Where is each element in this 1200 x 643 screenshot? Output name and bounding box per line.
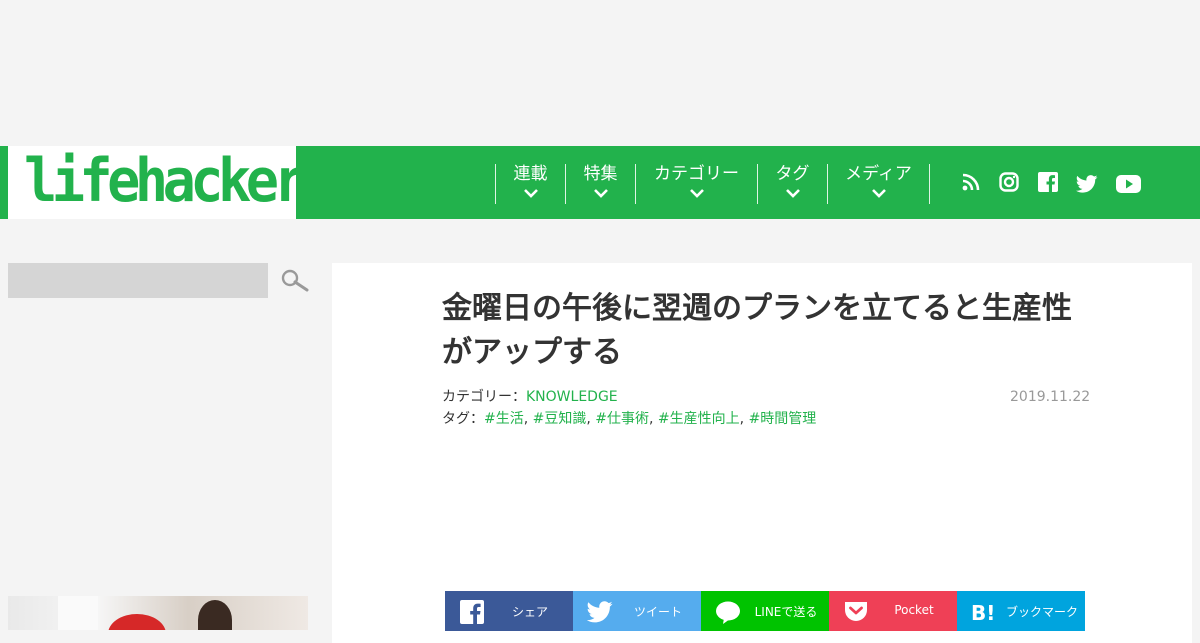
nav-item-label: カテゴリー: [654, 164, 739, 184]
nav-item-label: タグ: [775, 164, 810, 184]
share-facebook-button[interactable]: シェア: [445, 591, 573, 631]
share-label: LINEで送る: [754, 605, 818, 619]
sidebar-ad-image[interactable]: [8, 596, 308, 630]
nav-item-category[interactable]: カテゴリー: [635, 164, 757, 204]
tag-link[interactable]: #生活: [484, 411, 524, 427]
ad-light-shape: [58, 596, 98, 630]
instagram-icon[interactable]: [999, 172, 1019, 192]
article-card: 金曜日の午後に翌週のプランを立てると生産性がアップする カテゴリー：KNOWLE…: [332, 263, 1192, 643]
category-label: カテゴリー：: [442, 389, 526, 405]
tag-link[interactable]: #生産性向上: [658, 411, 740, 427]
pocket-icon: [845, 602, 867, 621]
twitter-icon[interactable]: [1076, 175, 1098, 193]
share-bar: シェア ツイート LINEで送る Pocket B! ブックマーク: [445, 591, 1085, 631]
share-pocket-button[interactable]: Pocket: [829, 591, 957, 631]
chevron-down-icon: [785, 189, 800, 198]
tag-link[interactable]: #豆知識: [533, 411, 587, 427]
ad-badge-shape: [108, 614, 166, 630]
article-title: 金曜日の午後に翌週のプランを立てると生産性がアップする: [442, 291, 1072, 370]
chevron-down-icon: [523, 189, 538, 198]
nav-item-media[interactable]: メディア: [827, 164, 930, 204]
category-link[interactable]: KNOWLEDGE: [526, 389, 618, 405]
facebook-icon[interactable]: [1038, 172, 1058, 192]
article-category: カテゴリー：KNOWLEDGE: [442, 386, 618, 406]
tags-label: タグ：: [442, 411, 484, 427]
share-hatena-button[interactable]: B! ブックマーク: [957, 591, 1085, 631]
facebook-icon: [460, 600, 484, 624]
article-date: 2019.11.22: [1010, 389, 1091, 405]
chevron-down-icon: [871, 189, 886, 198]
search-input[interactable]: [8, 263, 268, 298]
twitter-icon: [587, 601, 613, 623]
share-line-button[interactable]: LINEで送る: [701, 591, 829, 631]
share-label: ツイート: [633, 605, 682, 619]
main-nav: 連載 特集 カテゴリー タグ メディア: [296, 146, 1200, 219]
hatena-bookmark-icon: B!: [971, 601, 995, 625]
tag-link[interactable]: #時間管理: [749, 411, 817, 427]
article-tags: タグ：#生活, #豆知識, #仕事術, #生産性向上, #時間管理: [442, 411, 817, 427]
nav-item-label: 特集: [583, 164, 618, 184]
nav-item-features[interactable]: 特集: [565, 164, 635, 204]
share-label: シェア: [511, 605, 548, 619]
share-label: ブックマーク: [1005, 605, 1078, 619]
share-twitter-button[interactable]: ツイート: [573, 591, 701, 631]
nav-item-label: メディア: [845, 164, 912, 184]
svg-text:B!: B!: [971, 601, 995, 625]
logo-text: lifehacker: [24, 146, 307, 216]
logo-accent-bar: [0, 146, 8, 219]
rss-icon[interactable]: [961, 172, 981, 192]
tag-link[interactable]: #仕事術: [595, 411, 649, 427]
share-label: Pocket: [894, 603, 934, 617]
chevron-down-icon: [593, 189, 608, 198]
search-icon[interactable]: [280, 268, 310, 294]
ad-person-shape: [198, 600, 232, 630]
nav-item-tags[interactable]: タグ: [757, 164, 827, 204]
nav-item-series[interactable]: 連載: [495, 164, 565, 204]
site-logo[interactable]: lifehacker: [0, 146, 307, 219]
chevron-down-icon: [689, 189, 704, 198]
youtube-icon[interactable]: [1116, 174, 1141, 194]
line-icon: [716, 601, 740, 624]
nav-item-label: 連載: [513, 164, 548, 184]
